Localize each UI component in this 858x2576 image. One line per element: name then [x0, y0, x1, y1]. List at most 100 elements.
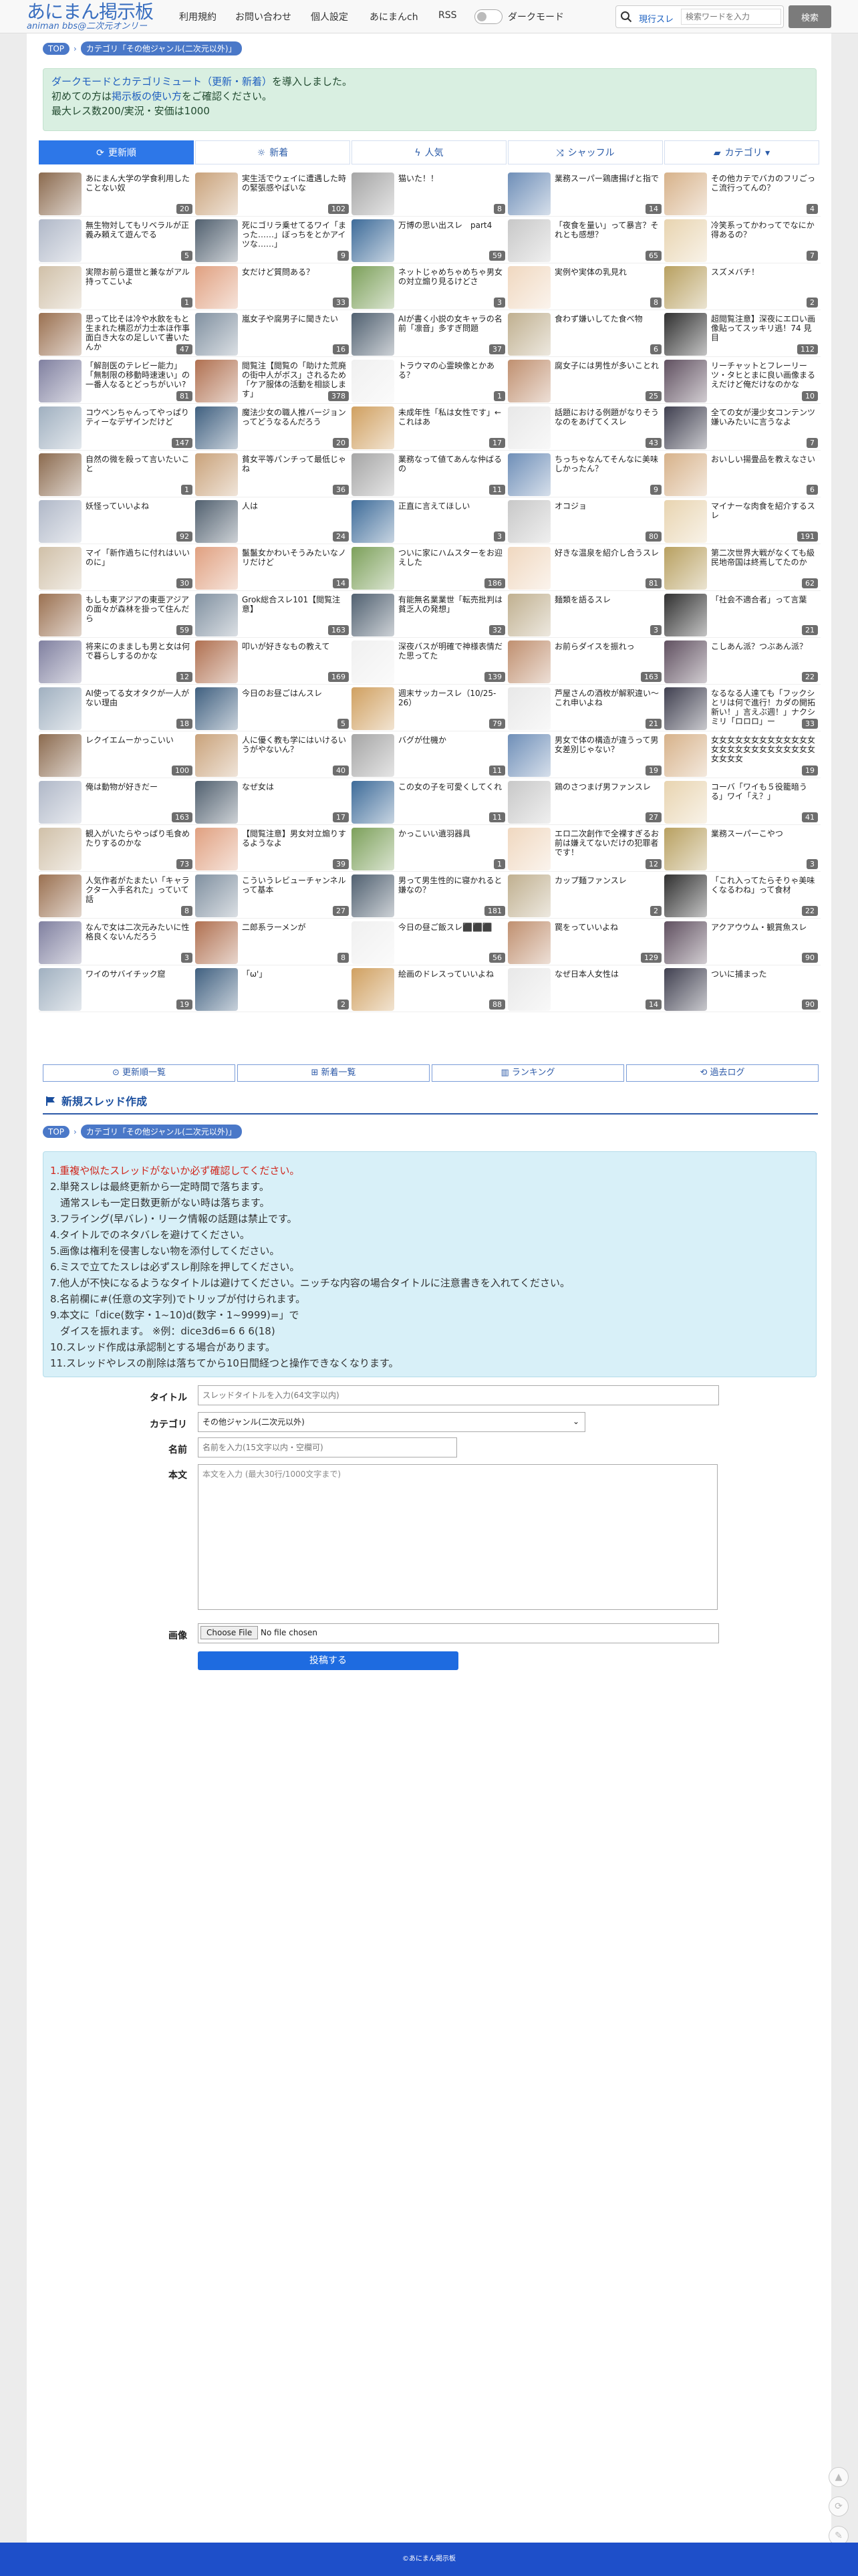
thread-item[interactable]: 男って男生性的に寝かれると嫌なの？ 181	[351, 873, 508, 919]
thread-item[interactable]: 観入がいたらやっぱり毛食めたりするのかな 73	[39, 826, 195, 872]
thread-item[interactable]: 将来にのまましも男と女は何で暮らしするのかな 12	[39, 639, 195, 685]
thread-title[interactable]: トラウマの心霊映像とかある？	[398, 361, 504, 380]
thread-item[interactable]: リーチャットとフレーリーツ・タヒとまに良い画像まるえだけど俺だけなのかな 10	[664, 358, 821, 404]
thread-item[interactable]: 「夜食を量い」って暴言？それとも感想？ 65	[508, 218, 664, 263]
thread-item[interactable]: 腐女子には男性が多いことれ 25	[508, 358, 664, 404]
thread-item[interactable]: この女の子を可愛くしてくれ 11	[351, 780, 508, 825]
thread-title[interactable]: アクアウウム・観賞魚スレ	[711, 923, 817, 932]
thread-item[interactable]: 未成年性「私は女性です」←これはあ 17	[351, 405, 508, 451]
thread-title[interactable]: 二郎系ラーメンが	[242, 923, 347, 932]
thread-item[interactable]: 人は 24	[195, 499, 351, 544]
thread-title[interactable]: ネットじゃめちゃめちゃ男女の対立煽り見るけどさ	[398, 267, 504, 286]
search-input[interactable]	[681, 9, 781, 25]
thread-item[interactable]: 深夜バスが明確で神様表情だた思ってた 139	[351, 639, 508, 685]
tab-popular[interactable]: ϟ 人気	[351, 140, 507, 164]
thread-item[interactable]: 正直に言えてほしい 3	[351, 499, 508, 544]
thread-item[interactable]: AIが書く小説の女キャラの名前「凛音」多すぎ問題 37	[351, 312, 508, 357]
thread-item[interactable]: こういうレビューチャンネルって基本 27	[195, 873, 351, 919]
thread-title[interactable]: 冷笑系ってかわってでなにか得あるの？	[711, 221, 817, 239]
thread-title[interactable]: 男って男生性的に寝かれると嫌なの？	[398, 876, 504, 895]
thread-item[interactable]: なぜ女は 17	[195, 780, 351, 825]
thread-title[interactable]: 罠をっていいよね	[555, 923, 660, 932]
thread-title[interactable]: バグが仕機か	[398, 735, 504, 745]
thread-item[interactable]: 業務スーパー鶏唐揚げと指で 14	[508, 171, 664, 217]
thread-title[interactable]: 有能無名業業世「転売批判は貧乏人の発想」	[398, 595, 504, 614]
thread-item[interactable]: こしあん派？つぶあん派？ 22	[664, 639, 821, 685]
thread-title[interactable]: なぜ女は	[242, 782, 347, 792]
thread-item[interactable]: マイ「新作過ちに付れはいいのに」 30	[39, 546, 195, 591]
thread-title[interactable]: この女の子を可愛くしてくれ	[398, 782, 504, 792]
breadcrumb-category[interactable]: カテゴリ「その他ジャンル(二次元以外)」	[80, 41, 242, 55]
thread-title[interactable]: AIが書く小説の女キャラの名前「凛音」多すぎ問題	[398, 314, 504, 333]
scroll-top-icon[interactable]: ▲	[829, 2467, 849, 2487]
thread-item[interactable]: 叩いが好きなもの教えて 169	[195, 639, 351, 685]
thread-title[interactable]: 鬣鬣女かわいそうみたいなノリだけど	[242, 548, 347, 567]
thread-item[interactable]: 鶏のさつまげ男ファンスレ 27	[508, 780, 664, 825]
thread-title[interactable]: ワイのサバイチック窟	[86, 969, 191, 979]
thread-title[interactable]: 「ω'」	[242, 969, 347, 979]
thread-item[interactable]: レクイエムーかっこいい 100	[39, 733, 195, 778]
thread-title[interactable]: 業務スーパー鶏唐揚げと指で	[555, 174, 660, 183]
thread-item[interactable]: 麺類を語るスレ 3	[508, 592, 664, 638]
breadcrumb-top[interactable]: TOP	[43, 1126, 70, 1138]
thread-title[interactable]: 人は	[242, 501, 347, 511]
thread-title[interactable]: 叩いが好きなもの教えて	[242, 642, 347, 651]
thread-item[interactable]: 「これ入ってたらそりゃ美味くなるわね」って食材 22	[664, 873, 821, 919]
thread-item[interactable]: 妖怪っていいよね 92	[39, 499, 195, 544]
thread-item[interactable]: 死にゴリラ乗せてるワイ「まった……」ぼっちをとかアイツな……」 9	[195, 218, 351, 263]
thread-item[interactable]: なるなる人達ても「フックシとリは何で進行！カダの開拓新い！」言えぶ週！」ナクシミ…	[664, 686, 821, 731]
thread-title[interactable]: 深夜バスが明確で神様表情だた思ってた	[398, 642, 504, 661]
thread-item[interactable]: 実際お前ら還世と兼ながアル持ってこいよ 1	[39, 265, 195, 310]
thread-title[interactable]: おいしい揚畳品を教えなさい	[711, 455, 817, 464]
nav-link-rss[interactable]: RSS	[438, 10, 457, 21]
thread-title[interactable]: 猫いた！！	[398, 174, 504, 183]
thread-item[interactable]: 男女で体の構造が違うって男女差別じゃない？ 19	[508, 733, 664, 778]
notice-link-darkmode[interactable]: ダークモードとカテゴリミュート（更新・新着）	[51, 76, 272, 88]
thread-title[interactable]: AI使ってる女オタクが一人がない理由	[86, 689, 191, 707]
thread-item[interactable]: 人気作者がたまたい「キャラクター入手名れた」っていて話 8	[39, 873, 195, 919]
thread-title[interactable]: お前らダイスを振れっ	[555, 642, 660, 651]
thread-item[interactable]: 女女女女女女女女女女女女女女女女女女女女女女女女女女女女女女 19	[664, 733, 821, 778]
choose-file-button[interactable]: Choose File	[200, 1626, 259, 1639]
thread-item[interactable]: コーバ「ワイも５役籠暗うる」ワイ「え？」 41	[664, 780, 821, 825]
thread-title[interactable]: 超閲覧注意】深夜にエロい画像貼ってスッキリ逃！74 見目	[711, 314, 817, 342]
category-select[interactable]: その他ジャンル(二次元以外) ⌄	[198, 1412, 585, 1432]
thread-item[interactable]: お前らダイスを振れっ 163	[508, 639, 664, 685]
thread-item[interactable]: 今日のお昼ごはんスレ 5	[195, 686, 351, 731]
thread-title[interactable]: その他カテでバカのフリごっこ流行ってんの？	[711, 174, 817, 193]
thread-title[interactable]: 「夜食を量い」って暴言？それとも感想？	[555, 221, 660, 239]
tab-shuffle[interactable]: ⤨ シャッフル	[508, 140, 663, 164]
thread-title[interactable]: 「解剖医のテレビー能力」「無制限の移動時速速い」の一番人なるとどっちがいい?	[86, 361, 191, 389]
thread-title[interactable]: 絵画のドレスっていいよね	[398, 969, 504, 979]
thread-title[interactable]: 嵐女子や腐男子に聞きたい	[242, 314, 347, 324]
thread-item[interactable]: 冷笑系ってかわってでなにか得あるの？ 7	[664, 218, 821, 263]
thread-title[interactable]: ついに捕まった	[711, 969, 817, 979]
thread-item[interactable]: バグが仕機か 11	[351, 733, 508, 778]
thread-item[interactable]: 猫いた！！ 8	[351, 171, 508, 217]
thread-title[interactable]: 第二次世界大戦がなくても級民地帝国は終焉してたのか	[711, 548, 817, 567]
thread-title[interactable]: 【閲覧注意】男女対立煽りするようなよ	[242, 829, 347, 848]
thread-title-input[interactable]	[198, 1385, 719, 1405]
thread-title[interactable]: 男女で体の構造が違うって男女差別じゃない？	[555, 735, 660, 754]
thread-item[interactable]: 全ての女が漫少女コンテンツ嫌いみたいに言うなよ 7	[664, 405, 821, 451]
thread-item[interactable]: あにまん大学の学食利用したことない奴 20	[39, 171, 195, 217]
dark-mode-toggle[interactable]	[474, 9, 503, 24]
thread-title[interactable]: 話題における例題がなりそうなのをあげてくスレ	[555, 408, 660, 427]
thread-title[interactable]: 未成年性「私は女性です」←これはあ	[398, 408, 504, 427]
search-scope[interactable]: 現行スレ	[639, 12, 674, 25]
thread-title[interactable]: 「これ入ってたらそりゃ美味くなるわね」って食材	[711, 876, 817, 895]
thread-title[interactable]: エロ二次創作で全裸すぎるお前は嫌えてないだけの犯罪者です！	[555, 829, 660, 857]
thread-item[interactable]: 有能無名業業世「転売批判は貧乏人の発想」 32	[351, 592, 508, 638]
name-input[interactable]	[198, 1437, 457, 1457]
thread-title[interactable]: 今日のお昼ごはんスレ	[242, 689, 347, 698]
thread-title[interactable]: 「社会不適合者」って言葉	[711, 595, 817, 604]
thread-title[interactable]: こしあん派？つぶあん派？	[711, 642, 817, 651]
thread-item[interactable]: 人に優く教も学にはいけるいうがやないん？ 40	[195, 733, 351, 778]
thread-title[interactable]: Grok総合スレ101【閲覧注意】	[242, 595, 347, 614]
tab-new[interactable]: ☼ 新着	[195, 140, 350, 164]
thread-item[interactable]: 俺は動物が好きだー 163	[39, 780, 195, 825]
nav-link-contact[interactable]: お問い合わせ	[235, 10, 291, 23]
image-file-input[interactable]: Choose File No file chosen	[198, 1623, 719, 1643]
thread-item[interactable]: ワイのサバイチック窟 19	[39, 967, 195, 1012]
thread-item[interactable]: 今日の昼ご飯スレ⬛⬛⬛ 56	[351, 920, 508, 965]
